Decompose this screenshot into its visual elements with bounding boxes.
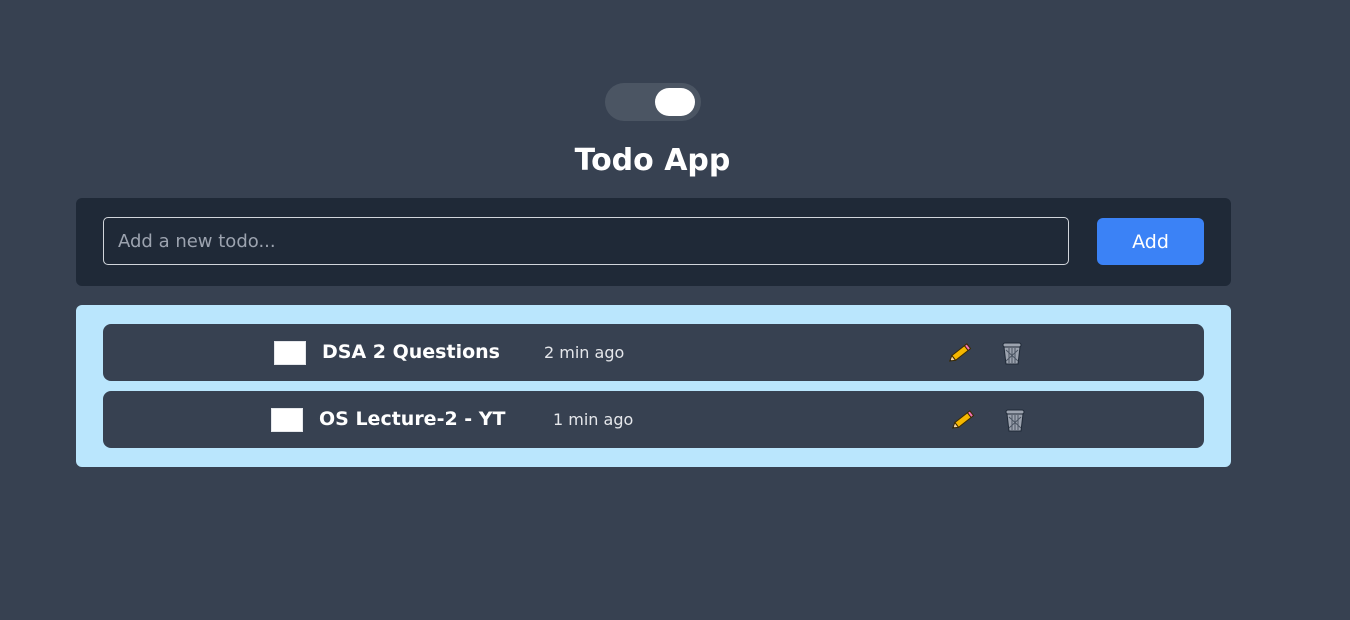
todo-time: 1 min ago [553, 410, 634, 429]
toggle-knob [655, 88, 695, 116]
new-todo-input[interactable] [103, 217, 1069, 265]
todo-list: DSA 2 Questions 2 min ago OS Lecture-2 -… [76, 305, 1231, 467]
page-title: Todo App [574, 143, 731, 178]
theme-toggle[interactable] [605, 83, 701, 121]
todo-text: DSA 2 Questions [322, 341, 500, 363]
add-todo-panel: Add [76, 198, 1231, 286]
todo-checkbox[interactable] [274, 341, 306, 365]
pencil-icon[interactable] [948, 406, 978, 434]
pencil-icon[interactable] [945, 339, 975, 367]
todo-text: OS Lecture-2 - YT [319, 408, 506, 430]
todo-item: DSA 2 Questions 2 min ago [103, 324, 1204, 381]
add-button[interactable]: Add [1097, 218, 1204, 265]
trash-icon[interactable] [997, 339, 1027, 367]
todo-item: OS Lecture-2 - YT 1 min ago [103, 391, 1204, 448]
todo-checkbox[interactable] [271, 408, 303, 432]
todo-time: 2 min ago [544, 343, 625, 362]
trash-icon[interactable] [1000, 406, 1030, 434]
